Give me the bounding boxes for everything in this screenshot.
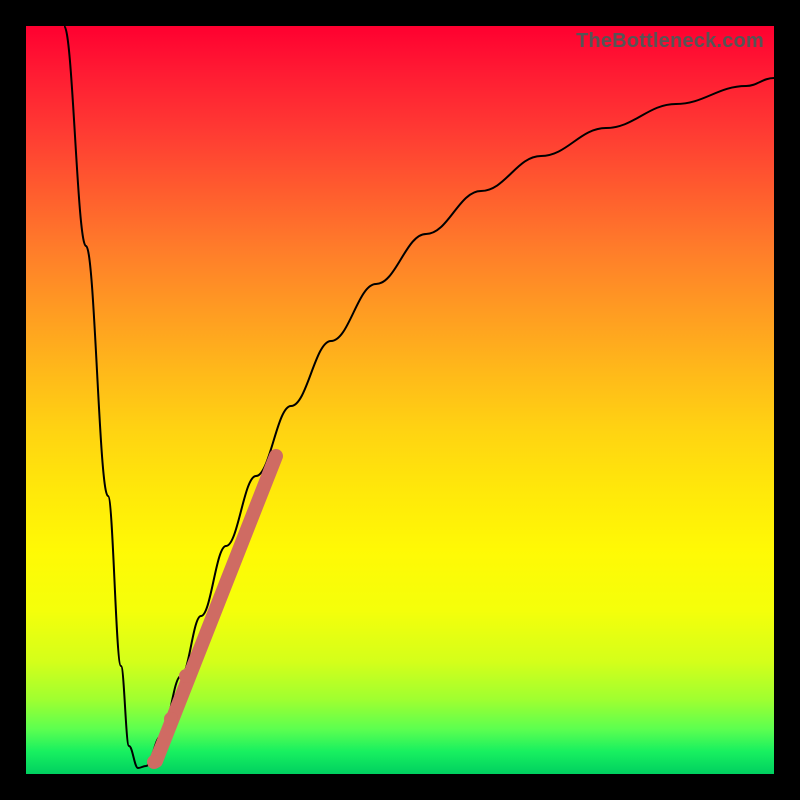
data-dot [179, 669, 193, 683]
data-dot [164, 712, 178, 726]
plot-area: TheBottleneck.com [26, 26, 774, 774]
chart-frame: TheBottleneck.com [0, 0, 800, 800]
curve-overlay [26, 26, 774, 774]
bottleneck-curve [64, 26, 774, 768]
data-dot [147, 755, 161, 769]
